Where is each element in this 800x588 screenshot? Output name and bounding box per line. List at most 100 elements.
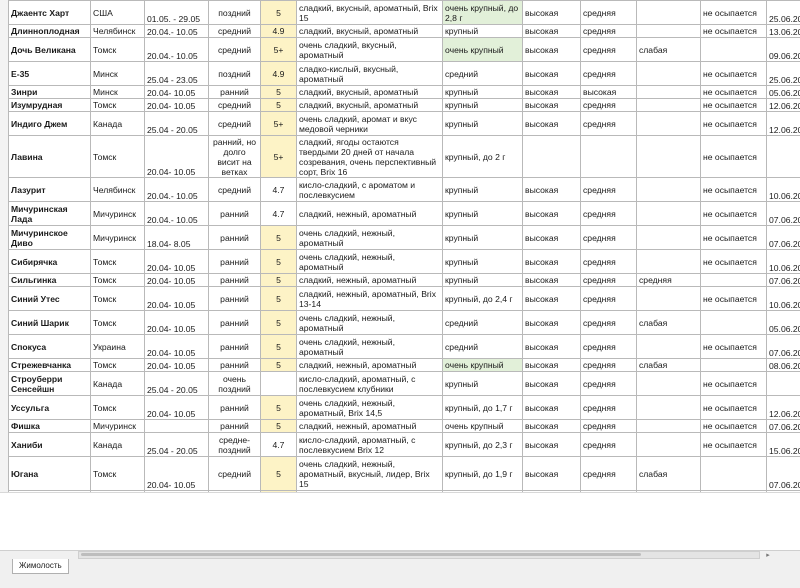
cell-taste-score[interactable]: 5	[261, 1, 297, 25]
cell-berry-size[interactable]: крупный	[443, 112, 523, 136]
cell-variety-name[interactable]: Уссульга	[9, 396, 91, 420]
cell-ripening[interactable]: средний	[209, 112, 261, 136]
scrollbar-thumb[interactable]	[81, 553, 641, 556]
cell-taste[interactable]: сладкий, нежный, ароматный	[297, 202, 443, 226]
cell-taste[interactable]: сладкий, вкусный, ароматный	[297, 86, 443, 99]
cell-variety-name[interactable]: Фишка	[9, 420, 91, 433]
cell-shedding[interactable]	[637, 420, 701, 433]
cell-taste[interactable]: кисло-сладкий, ароматный, с послевкусием…	[297, 433, 443, 457]
cell-flowering-period[interactable]: 20.04- 10.05	[145, 457, 209, 491]
cell-winter-hardiness[interactable]: высокая	[523, 287, 581, 311]
cell-variety-name[interactable]: Спокуса	[9, 335, 91, 359]
cell-taste-score[interactable]: 5+	[261, 136, 297, 178]
cell-taste-score[interactable]: 5	[261, 287, 297, 311]
cell-taste[interactable]: очень сладкий, аромат и вкус медовой чер…	[297, 112, 443, 136]
cell-fall[interactable]: не осыпается	[701, 372, 767, 396]
cell-taste-score[interactable]: 5	[261, 226, 297, 250]
cell-harvest-date[interactable]: 10.06.2020	[767, 287, 800, 311]
cell-country[interactable]: Канада	[91, 372, 145, 396]
cell-berry-size[interactable]: крупный	[443, 99, 523, 112]
cell-variety-name[interactable]: Зинри	[9, 86, 91, 99]
cell-variety-name[interactable]: Синий Утес	[9, 287, 91, 311]
cell-country[interactable]: Томск	[91, 38, 145, 62]
cell-ripening[interactable]: ранний, но долго висит на ветках	[209, 136, 261, 178]
cell-harvest-date[interactable]: 10.06.2020	[767, 178, 800, 202]
cell-country[interactable]: Томск	[91, 274, 145, 287]
cell-taste-score[interactable]: 5+	[261, 112, 297, 136]
cell-harvest-date[interactable]	[767, 136, 800, 178]
cell-winter-hardiness[interactable]: высокая	[523, 38, 581, 62]
cell-berry-size[interactable]: крупный, до 1,9 г	[443, 457, 523, 491]
cell-country[interactable]: Канада	[91, 112, 145, 136]
cell-winter-hardiness[interactable]: высокая	[523, 372, 581, 396]
cell-flowering-period[interactable]: 20.04- 10.05	[145, 311, 209, 335]
cell-ripening[interactable]: ранний	[209, 420, 261, 433]
cell-shedding[interactable]: слабая	[637, 359, 701, 372]
cell-ripening[interactable]: ранний	[209, 226, 261, 250]
cell-winter-hardiness[interactable]: высокая	[523, 433, 581, 457]
cell-shedding[interactable]	[637, 226, 701, 250]
cell-taste[interactable]: очень сладкий, нежный, ароматный	[297, 250, 443, 274]
cell-country[interactable]: Томск	[91, 287, 145, 311]
cell-variety-name[interactable]: Дочь Великана	[9, 38, 91, 62]
horizontal-scrollbar[interactable]	[78, 551, 760, 559]
cell-resistance[interactable]: средняя	[581, 433, 637, 457]
cell-resistance[interactable]: средняя	[581, 25, 637, 38]
cell-harvest-date[interactable]: 07.06.2020	[767, 457, 800, 491]
cell-harvest-date[interactable]: 08.06.2020	[767, 359, 800, 372]
spreadsheet-grid[interactable]: Джаентс ХартСША01.05. - 29.05поздний5сла…	[8, 0, 800, 492]
cell-ripening[interactable]: средне-поздний	[209, 433, 261, 457]
cell-harvest-date[interactable]: 05.06.2020	[767, 311, 800, 335]
cell-country[interactable]: Томск	[91, 136, 145, 178]
table-row[interactable]: СибирячкаТомск20.04- 10.05ранний5очень с…	[9, 250, 800, 274]
cell-ripening[interactable]: средний	[209, 457, 261, 491]
cell-taste[interactable]: сладкий, вкусный, ароматный, Brix 15	[297, 1, 443, 25]
table-row[interactable]: ЮганаТомск20.04- 10.05средний5очень слад…	[9, 457, 800, 491]
cell-harvest-date[interactable]: 09.06.2020	[767, 38, 800, 62]
cell-country[interactable]: Томск	[91, 99, 145, 112]
cell-resistance[interactable]: средняя	[581, 287, 637, 311]
cell-taste-score[interactable]: 5+	[261, 38, 297, 62]
cell-resistance[interactable]: средняя	[581, 99, 637, 112]
cell-variety-name[interactable]: Индиго Джем	[9, 112, 91, 136]
cell-flowering-period[interactable]: 20.04- 10.05	[145, 335, 209, 359]
cell-variety-name[interactable]: Длинноплодная	[9, 25, 91, 38]
cell-taste-score[interactable]: 5	[261, 396, 297, 420]
cell-resistance[interactable]: средняя	[581, 112, 637, 136]
cell-shedding[interactable]	[637, 335, 701, 359]
cell-winter-hardiness[interactable]: высокая	[523, 112, 581, 136]
cell-shedding[interactable]: слабая	[637, 38, 701, 62]
cell-taste-score[interactable]: 4.9	[261, 25, 297, 38]
cell-taste-score[interactable]: 4.7	[261, 178, 297, 202]
cell-fall[interactable]: не осыпается	[701, 25, 767, 38]
cell-country[interactable]: Челябинск	[91, 25, 145, 38]
cell-ripening[interactable]: ранний	[209, 335, 261, 359]
cell-resistance[interactable]: средняя	[581, 202, 637, 226]
cell-ripening[interactable]: ранний	[209, 86, 261, 99]
table-row[interactable]: СтрежевчанкаТомск20.04- 10.05ранний5слад…	[9, 359, 800, 372]
cell-berry-size[interactable]: крупный	[443, 25, 523, 38]
cell-resistance[interactable]: средняя	[581, 396, 637, 420]
cell-taste-score[interactable]: 5	[261, 359, 297, 372]
cell-taste[interactable]: кисло-сладкий, ароматный, с послевкусием…	[297, 372, 443, 396]
table-row[interactable]: Мичуринская ЛадаМичуринск20.04.- 10.05ра…	[9, 202, 800, 226]
cell-shedding[interactable]	[637, 136, 701, 178]
cell-variety-name[interactable]: Лавина	[9, 136, 91, 178]
cell-winter-hardiness[interactable]: высокая	[523, 178, 581, 202]
cell-winter-hardiness[interactable]: высокая	[523, 226, 581, 250]
cell-fall[interactable]: не осыпается	[701, 335, 767, 359]
table-row[interactable]: ЛазуритЧелябинск20.04.- 10.05средний4.7к…	[9, 178, 800, 202]
cell-taste[interactable]: очень сладкий, нежный, ароматный, Brix 1…	[297, 396, 443, 420]
cell-fall[interactable]: не осыпается	[701, 287, 767, 311]
cell-shedding[interactable]	[637, 287, 701, 311]
cell-shedding[interactable]: слабая	[637, 457, 701, 491]
cell-taste[interactable]: кисло-сладкий, с ароматом и послевкусием	[297, 178, 443, 202]
cell-resistance[interactable]: средняя	[581, 178, 637, 202]
cell-winter-hardiness[interactable]: высокая	[523, 25, 581, 38]
table-row[interactable]: Е-35Минск25.04 - 23.05поздний4.9сладко-к…	[9, 62, 800, 86]
cell-ripening[interactable]: ранний	[209, 274, 261, 287]
cell-winter-hardiness[interactable]: высокая	[523, 359, 581, 372]
cell-flowering-period[interactable]	[145, 420, 209, 433]
cell-country[interactable]: Минск	[91, 86, 145, 99]
cell-resistance[interactable]: средняя	[581, 420, 637, 433]
